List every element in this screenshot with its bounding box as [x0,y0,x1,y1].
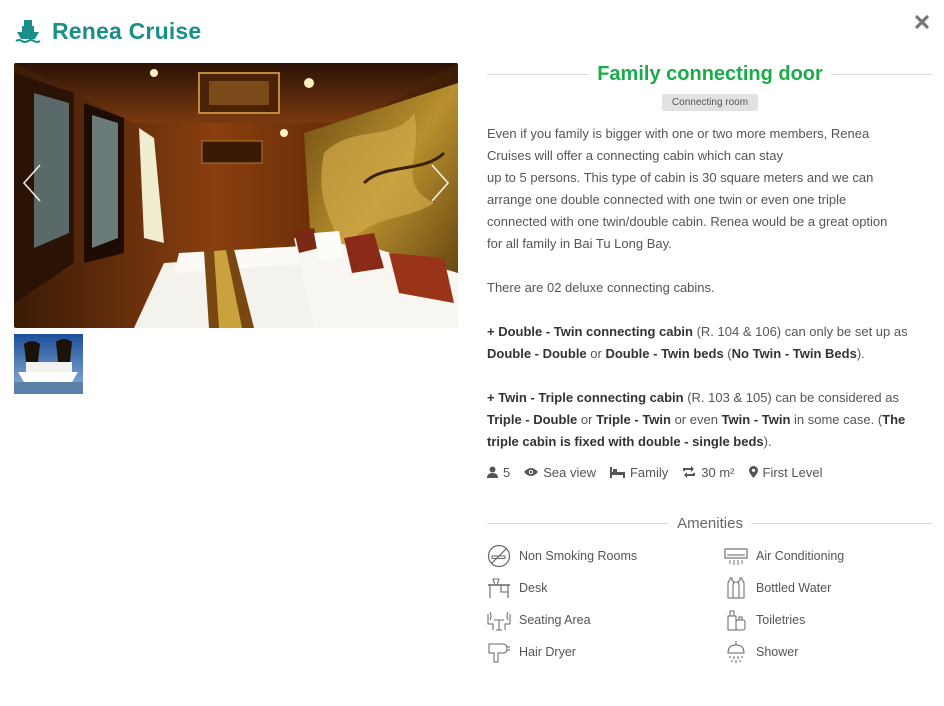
description-line: for all family in Bai Tu Long Bay. [487,236,672,251]
amenity-item: Bottled Water [724,576,933,600]
amenity-item: Toiletries [724,608,933,632]
divider [487,73,590,75]
amenity-item: Seating Area [487,608,724,632]
bed-type: Family [609,465,668,480]
brand-title: Renea Cruise [52,17,202,44]
description-line: arrange one double connected with one tw… [487,192,847,207]
air-conditioner-icon [724,548,748,565]
resize-icon [683,466,696,478]
toiletries-icon [727,610,746,631]
cabin-count-text: There are 02 deluxe connecting cabins. [487,280,715,295]
close-icon[interactable] [914,14,930,30]
desk-icon [488,578,510,598]
amenities-title: Amenities [677,515,743,532]
description-line: Even if you family is bigger with one or… [487,126,870,141]
description-line: Cruises will offer a connecting cabin wh… [487,148,784,163]
ship-icon [14,17,42,45]
deck-level: First Level [748,465,822,480]
twin-triple-paragraph: + Twin - Triple connecting cabin (R. 103… [487,390,906,449]
room-details-panel: Family connecting door Connecting room E… [487,58,934,664]
amenities-list: Non Smoking Rooms Air Conditioning Desk … [487,544,933,664]
gallery-prev-button[interactable] [18,161,46,205]
amenity-item: Desk [487,576,724,600]
chevron-left-icon[interactable] [18,161,46,205]
map-marker-icon [748,466,758,478]
chevron-right-icon[interactable] [426,161,454,205]
seating-area-icon [487,611,511,631]
eye-icon [524,468,539,476]
close-button[interactable] [912,12,932,32]
header: Renea Cruise [14,14,201,48]
gallery-thumbnail[interactable] [14,334,83,394]
bottled-water-icon [727,577,745,599]
description-line: up to 5 persons. This type of cabin is 3… [487,170,874,185]
view-type: Sea view [524,465,596,480]
gallery-next-button[interactable] [426,161,454,205]
user-icon [487,466,498,478]
double-twin-paragraph: + Double - Twin connecting cabin (R. 104… [487,324,908,361]
divider [750,523,934,524]
room-photo-gallery[interactable] [14,63,458,328]
bed-icon [609,466,625,478]
amenity-item: Shower [724,640,933,664]
room-meta: 5 Sea view Family 30 m² First Level [487,461,933,483]
guest-count: 5 [487,465,510,480]
divider [830,73,934,75]
shower-icon [727,641,745,663]
cabin-size: 30 m² [682,465,735,480]
hair-dryer-icon [488,643,510,663]
room-title-row: Family connecting door [487,58,934,90]
cabin-photo [14,63,458,328]
cruise-ship-thumbnail[interactable] [14,334,83,394]
amenities-header: Amenities [487,515,934,532]
room-type-badge: Connecting room [661,94,759,111]
amenity-item: Air Conditioning [724,544,933,568]
description-line: connected with one twin/double cabin. Re… [487,214,888,229]
room-description: Even if you family is bigger with one or… [487,123,933,453]
divider [487,523,670,524]
amenity-item: Hair Dryer [487,640,724,664]
amenity-item: Non Smoking Rooms [487,544,724,568]
no-smoking-icon [487,544,511,568]
room-title: Family connecting door [597,62,823,85]
